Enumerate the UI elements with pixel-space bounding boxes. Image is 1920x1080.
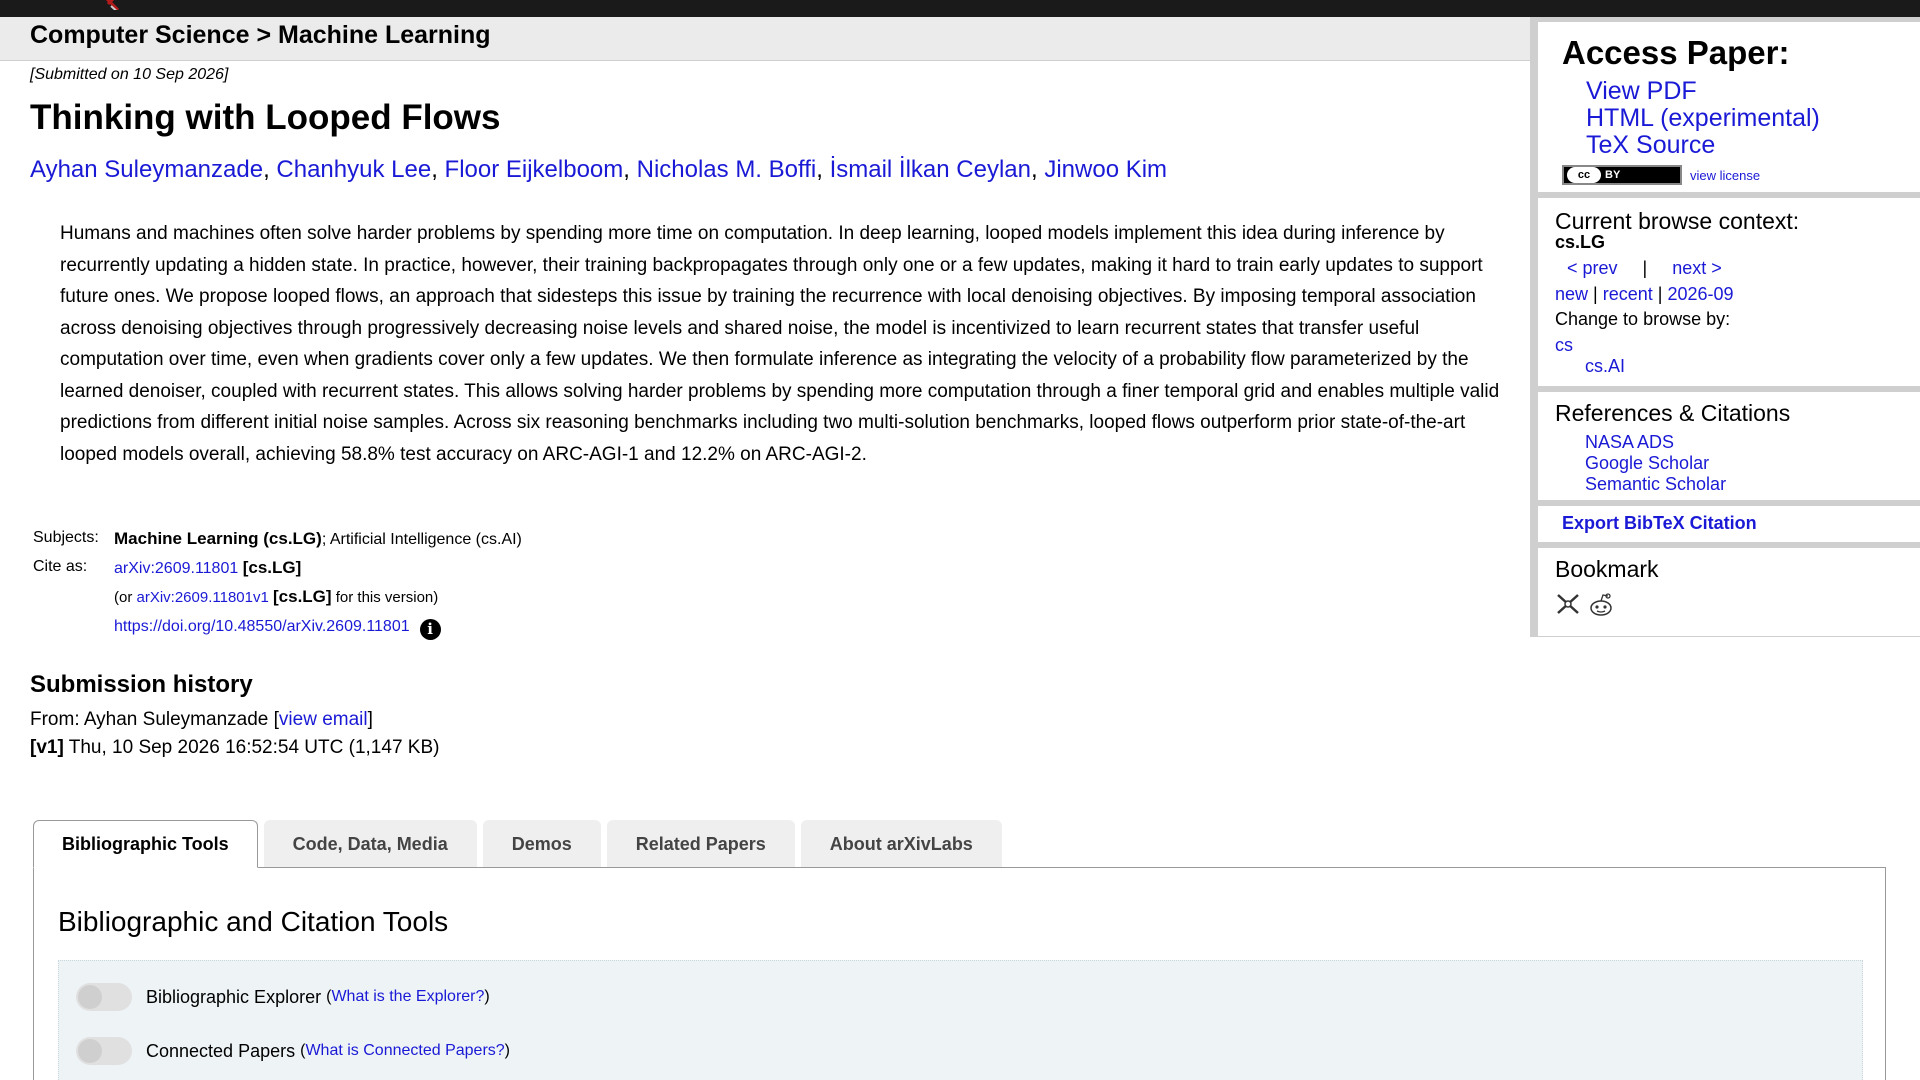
panel-heading: Bibliographic and Citation Tools (58, 906, 449, 937)
breadcrumb[interactable]: Computer Science > Machine Learning (0, 17, 1534, 61)
browse-heading: Current browse context: (1555, 208, 1800, 234)
recent-link[interactable]: recent (1603, 284, 1653, 304)
version-category: [cs.LG] (273, 587, 332, 606)
paper-title: Thinking with Looped Flows (30, 98, 501, 137)
or-prefix: (or (114, 589, 137, 606)
connected-papers-label: Connected Papers (146, 1040, 296, 1061)
new-link[interactable]: new (1555, 284, 1588, 304)
separator: | (1642, 258, 1648, 278)
by-label: BY (1605, 169, 1621, 181)
google-scholar-link[interactable]: Google Scholar (1585, 453, 1920, 474)
author-link[interactable]: Nicholas M. Boffi (637, 156, 817, 183)
view-license-link[interactable]: view license (1690, 168, 1760, 183)
reddit-icon[interactable] (1587, 592, 1615, 618)
or-suffix: for this version) (331, 589, 439, 606)
export-box: Export BibTeX Citation (1538, 506, 1920, 542)
cite-label: Cite as: (33, 558, 88, 575)
author-link[interactable]: İsmail İlkan Ceylan (830, 156, 1031, 183)
tab-demos[interactable]: Demos (482, 820, 601, 867)
explorer-help-link[interactable]: What is the Explorer? (331, 988, 484, 1005)
submission-history-heading: Submission history (30, 671, 253, 698)
change-to-label: Change to browse by: (1555, 309, 1731, 329)
metadata-table: Subjects: Machine Learning (cs.LG); Arti… (30, 529, 522, 647)
explorer-toggle[interactable] (76, 983, 132, 1011)
browse-context: cs.LG (1555, 232, 1606, 252)
browse-cs-link[interactable]: cs (1555, 335, 1573, 355)
submitted-date: [Submitted on 10 Sep 2026] (30, 66, 229, 83)
prev-link[interactable]: < prev (1567, 258, 1618, 278)
cite-category: [cs.LG] (242, 558, 302, 577)
authors-list: Ayhan Suleymanzade, Chanhyuk Lee, Floor … (30, 156, 1168, 183)
submission-history: Submission history From: Ayhan Suleymanz… (30, 671, 439, 765)
info-icon[interactable]: i (419, 619, 441, 640)
doi-link[interactable]: https://doi.org/10.48550/arXiv.2609.1180… (114, 618, 410, 635)
tools-box: Bibliographic Explorer (What is the Expl… (58, 960, 1863, 1080)
html-link[interactable]: HTML (experimental) (1586, 105, 1920, 132)
primary-subject: Machine Learning (cs.LG) (114, 529, 322, 548)
other-subjects: ; Artificial Intelligence (cs.AI) (321, 531, 522, 548)
from-suffix: ] (367, 709, 373, 730)
tex-source-link[interactable]: TeX Source (1586, 132, 1920, 159)
bookmark-heading: Bookmark (1555, 556, 1659, 582)
access-heading: Access Paper: (1562, 34, 1790, 71)
tab-bibliographic-tools[interactable]: Bibliographic Tools (33, 820, 258, 868)
references-heading: References & Citations (1555, 400, 1791, 426)
version-date: Thu, 10 Sep 2026 16:52:54 UTC (1,147 KB) (63, 737, 440, 758)
cc-by-license-icon[interactable]: cc BY (1562, 165, 1682, 185)
nasa-ads-link[interactable]: NASA ADS (1585, 432, 1920, 453)
browse-cs-ai-link[interactable]: cs.AI (1585, 356, 1625, 376)
view-email-link[interactable]: view email (279, 709, 368, 730)
semantic-scholar-link[interactable]: Semantic Scholar (1585, 474, 1920, 495)
month-link[interactable]: 2026-09 (1667, 284, 1733, 304)
arxiv-logo-icon[interactable] (78, 0, 130, 10)
paper-main: [Submitted on 10 Sep 2026] Thinking with… (30, 66, 1510, 758)
export-bibtex-link[interactable]: Export BibTeX Citation (1562, 513, 1757, 533)
abstract: Humans and machines often solve harder p… (60, 223, 1500, 465)
explorer-label: Bibliographic Explorer (146, 986, 322, 1007)
from-text: From: Ayhan Suleymanzade [ (30, 709, 279, 730)
cc-label: cc (1567, 167, 1601, 183)
next-link[interactable]: next > (1672, 258, 1722, 278)
tab-code-data-media[interactable]: Code, Data, Media (263, 820, 477, 867)
version-id-link[interactable]: arXiv:2609.11801v1 (137, 589, 269, 606)
tab-related-papers[interactable]: Related Papers (606, 820, 795, 867)
bibsonomy-icon[interactable] (1555, 592, 1581, 616)
browse-context-box: Current browse context: cs.LG < prev | n… (1538, 198, 1920, 386)
bookmark-box: Bookmark (1538, 548, 1920, 636)
author-link[interactable]: Chanhyuk Lee (276, 156, 431, 183)
sidebar: Access Paper: View PDF HTML (experimenta… (1530, 17, 1920, 637)
view-pdf-link[interactable]: View PDF (1586, 78, 1920, 105)
arxiv-id-link[interactable]: arXiv:2609.11801 (114, 560, 238, 577)
labs-tabs: Bibliographic Tools Code, Data, Media De… (33, 820, 1008, 868)
tab-about-arxivlabs[interactable]: About arXivLabs (800, 820, 1002, 867)
author-link[interactable]: Ayhan Suleymanzade (30, 156, 263, 183)
references-box: References & Citations NASA ADS Google S… (1538, 392, 1920, 500)
tab-panel: Bibliographic and Citation Tools Bibliog… (33, 867, 1886, 1080)
tool-row-explorer: Bibliographic Explorer (What is the Expl… (76, 983, 490, 1011)
top-bar (0, 0, 1920, 17)
author-link[interactable]: Floor Eijkelboom (445, 156, 624, 183)
subjects-label: Subjects: (33, 529, 99, 546)
connected-papers-help-link[interactable]: What is Connected Papers? (305, 1042, 504, 1059)
connected-papers-toggle[interactable] (76, 1037, 132, 1065)
version-tag: [v1] (30, 737, 64, 758)
author-link[interactable]: Jinwoo Kim (1044, 156, 1167, 183)
tool-row-connected-papers: Connected Papers (What is Connected Pape… (76, 1037, 510, 1065)
access-paper-box: Access Paper: View PDF HTML (experimenta… (1538, 22, 1920, 192)
